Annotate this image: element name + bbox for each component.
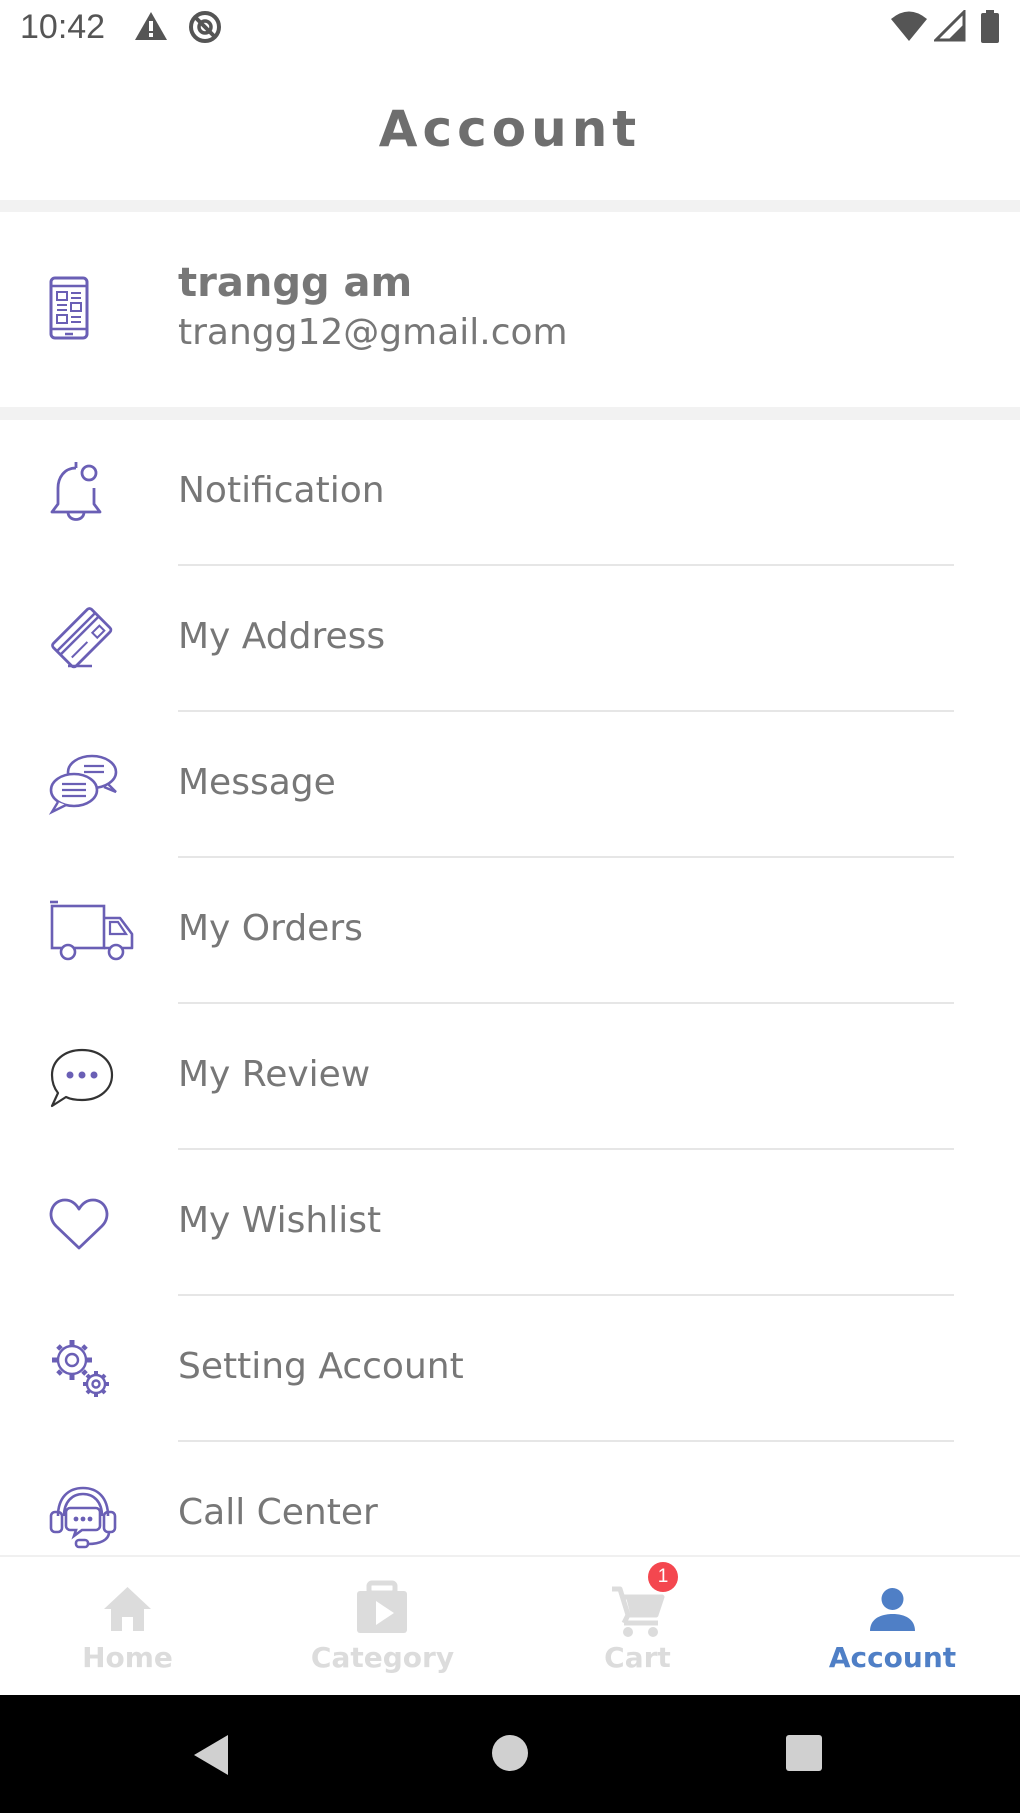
section-divider	[0, 407, 1020, 420]
home-icon	[104, 1587, 151, 1631]
menu-item-label: Notification	[178, 470, 385, 511]
menu-item-my-review[interactable]: My Review	[0, 1004, 1020, 1150]
menu-item-label: Setting Account	[178, 1346, 464, 1387]
menu-item-label: My Orders	[178, 908, 363, 949]
tab-home[interactable]: Home	[0, 1557, 255, 1697]
system-nav-bar	[0, 1695, 1020, 1813]
menu-item-my-wishlist[interactable]: My Wishlist	[0, 1150, 1020, 1296]
heart-icon	[49, 1198, 109, 1250]
tab-account[interactable]: Account	[765, 1557, 1020, 1697]
signal-icon	[934, 10, 966, 42]
battery-icon	[981, 10, 999, 43]
section-divider	[0, 200, 1020, 212]
status-time: 10:42	[20, 8, 106, 46]
tab-label: Cart	[604, 1641, 671, 1674]
tab-category[interactable]: Category	[255, 1557, 510, 1697]
person-icon	[870, 1588, 915, 1631]
truck-icon	[50, 900, 134, 961]
menu-item-my-orders[interactable]: My Orders	[0, 858, 1020, 1004]
menu-item-label: My Wishlist	[178, 1200, 382, 1241]
card-icon	[51, 607, 113, 669]
wifi-icon	[891, 11, 927, 41]
speech-bubble-icon	[50, 1048, 114, 1108]
tab-label: Category	[310, 1641, 455, 1674]
app-header: Account	[0, 60, 1020, 200]
tab-cart[interactable]: Cart	[510, 1557, 765, 1697]
menu-item-notification[interactable]: Notification	[0, 420, 1020, 566]
menu-item-label: My Review	[178, 1054, 371, 1095]
phone-layout-icon	[49, 276, 89, 340]
back-icon[interactable]	[190, 1733, 230, 1777]
account-screen: 10:42 Account trangg am trangg12@gmail.c…	[0, 0, 1020, 1813]
menu-item-my-address[interactable]: My Address	[0, 566, 1020, 712]
profile-email: trangg12@gmail.com	[178, 312, 568, 353]
menu-item-message[interactable]: Message	[0, 712, 1020, 858]
tab-label: Home	[82, 1641, 173, 1674]
tab-label: Account	[828, 1641, 957, 1674]
profile-name: trangg am	[178, 260, 413, 306]
chat-bubbles-icon	[48, 754, 118, 815]
menu-item-call-center[interactable]: Call Center	[0, 1442, 1020, 1555]
menu-item-label: Message	[178, 762, 336, 803]
menu-item-setting-account[interactable]: Setting Account	[0, 1296, 1020, 1442]
recents-icon[interactable]	[785, 1734, 823, 1772]
briefcase-play-icon	[357, 1580, 407, 1633]
no-sync-icon	[189, 11, 221, 43]
cart-icon	[612, 1586, 665, 1637]
page-title: Account	[378, 100, 642, 158]
cart-badge: 1	[648, 1562, 678, 1592]
status-bar: 10:42	[0, 0, 1020, 60]
menu-item-label: My Address	[178, 616, 386, 657]
gears-icon	[52, 1340, 109, 1397]
account-menu: Notification My Address Message My Order…	[0, 420, 1020, 1555]
bell-icon	[50, 462, 102, 521]
menu-item-label: Call Center	[178, 1492, 378, 1533]
alert-icon	[135, 12, 167, 40]
home-circle-icon[interactable]	[490, 1733, 530, 1773]
headset-icon	[49, 1486, 117, 1549]
bottom-nav: Home Category Cart Account	[0, 1555, 1020, 1697]
profile-card[interactable]: trangg am trangg12@gmail.com	[0, 212, 1020, 407]
